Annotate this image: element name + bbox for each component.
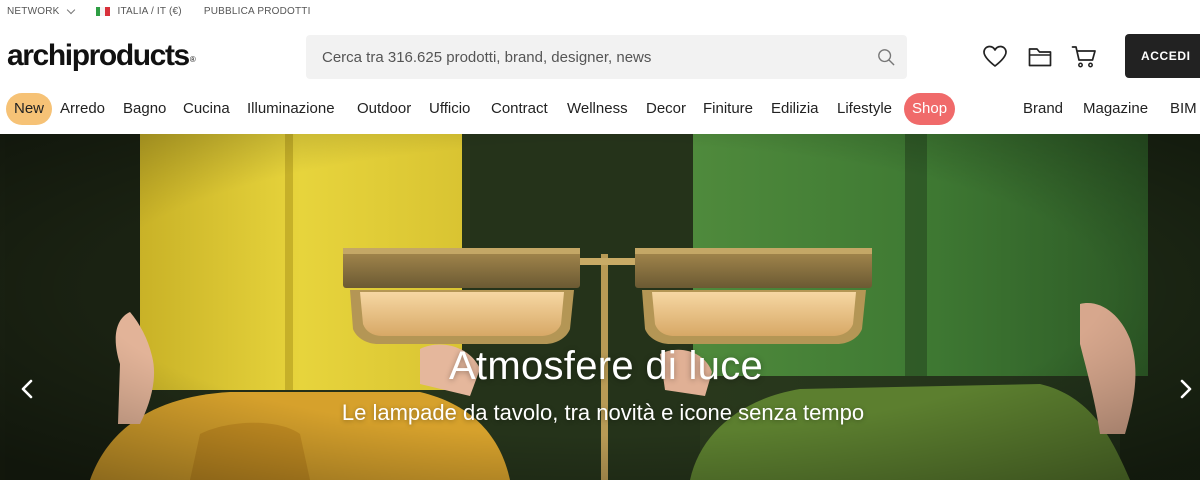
login-button[interactable]: ACCEDI xyxy=(1125,34,1200,78)
nav-ufficio[interactable]: Ufficio xyxy=(429,93,470,125)
nav-outdoor[interactable]: Outdoor xyxy=(357,93,411,125)
nav-edilizia[interactable]: Edilizia xyxy=(771,93,819,125)
heart-icon[interactable] xyxy=(982,44,1008,70)
logo-text: archiproducts xyxy=(7,39,190,72)
nav-bagno[interactable]: Bagno xyxy=(123,93,166,125)
site-logo[interactable]: archiproducts® xyxy=(7,38,196,74)
main-nav: New Arredo Bagno Cucina Illuminazione Ou… xyxy=(0,93,1200,127)
top-utility-bar: NETWORK ITALIA / IT (€) PUBBLICA PRODOTT… xyxy=(0,0,1200,22)
search-bar xyxy=(306,35,907,79)
nav-wellness[interactable]: Wellness xyxy=(567,93,628,125)
registered-mark: ® xyxy=(189,55,196,64)
cart-icon[interactable] xyxy=(1071,44,1097,70)
nav-shop[interactable]: Shop xyxy=(904,93,956,125)
hero-carousel[interactable]: Atmosfere di luce Le lampade da tavolo, … xyxy=(0,134,1200,480)
hero-image xyxy=(0,134,1200,480)
nav-lifestyle[interactable]: Lifestyle xyxy=(837,93,892,125)
nav-illuminazione[interactable]: Illuminazione xyxy=(247,93,335,125)
prev-slide-icon[interactable] xyxy=(13,374,43,404)
chevron-down-icon xyxy=(66,5,75,14)
locale-selector[interactable]: ITALIA / IT (€) xyxy=(95,5,182,17)
nav-new[interactable]: New xyxy=(6,93,53,125)
nav-arredo[interactable]: Arredo xyxy=(60,93,105,125)
search-input[interactable] xyxy=(306,35,866,79)
network-label: NETWORK xyxy=(7,5,60,17)
nav-brand[interactable]: Brand xyxy=(1023,93,1063,125)
search-icon[interactable] xyxy=(877,48,895,66)
hero-subtitle: Le lampade da tavolo, tra novità e icone… xyxy=(341,400,865,425)
publish-label: PUBBLICA PRODOTTI xyxy=(203,5,311,17)
nav-finiture[interactable]: Finiture xyxy=(703,93,753,125)
hero-title[interactable]: Atmosfere di luce xyxy=(0,344,1200,389)
nav-bim[interactable]: BIM xyxy=(1170,93,1197,125)
folder-icon[interactable] xyxy=(1027,44,1053,70)
next-slide-icon[interactable] xyxy=(1170,374,1200,404)
network-menu[interactable]: NETWORK xyxy=(7,5,75,17)
nav-magazine[interactable]: Magazine xyxy=(1083,93,1148,125)
locale-label: ITALIA / IT (€) xyxy=(117,5,182,17)
nav-cucina[interactable]: Cucina xyxy=(183,93,230,125)
italy-flag-icon xyxy=(95,6,110,16)
nav-contract[interactable]: Contract xyxy=(491,93,548,125)
publish-products-link[interactable]: PUBBLICA PRODOTTI xyxy=(204,6,311,17)
nav-decor[interactable]: Decor xyxy=(646,93,686,125)
